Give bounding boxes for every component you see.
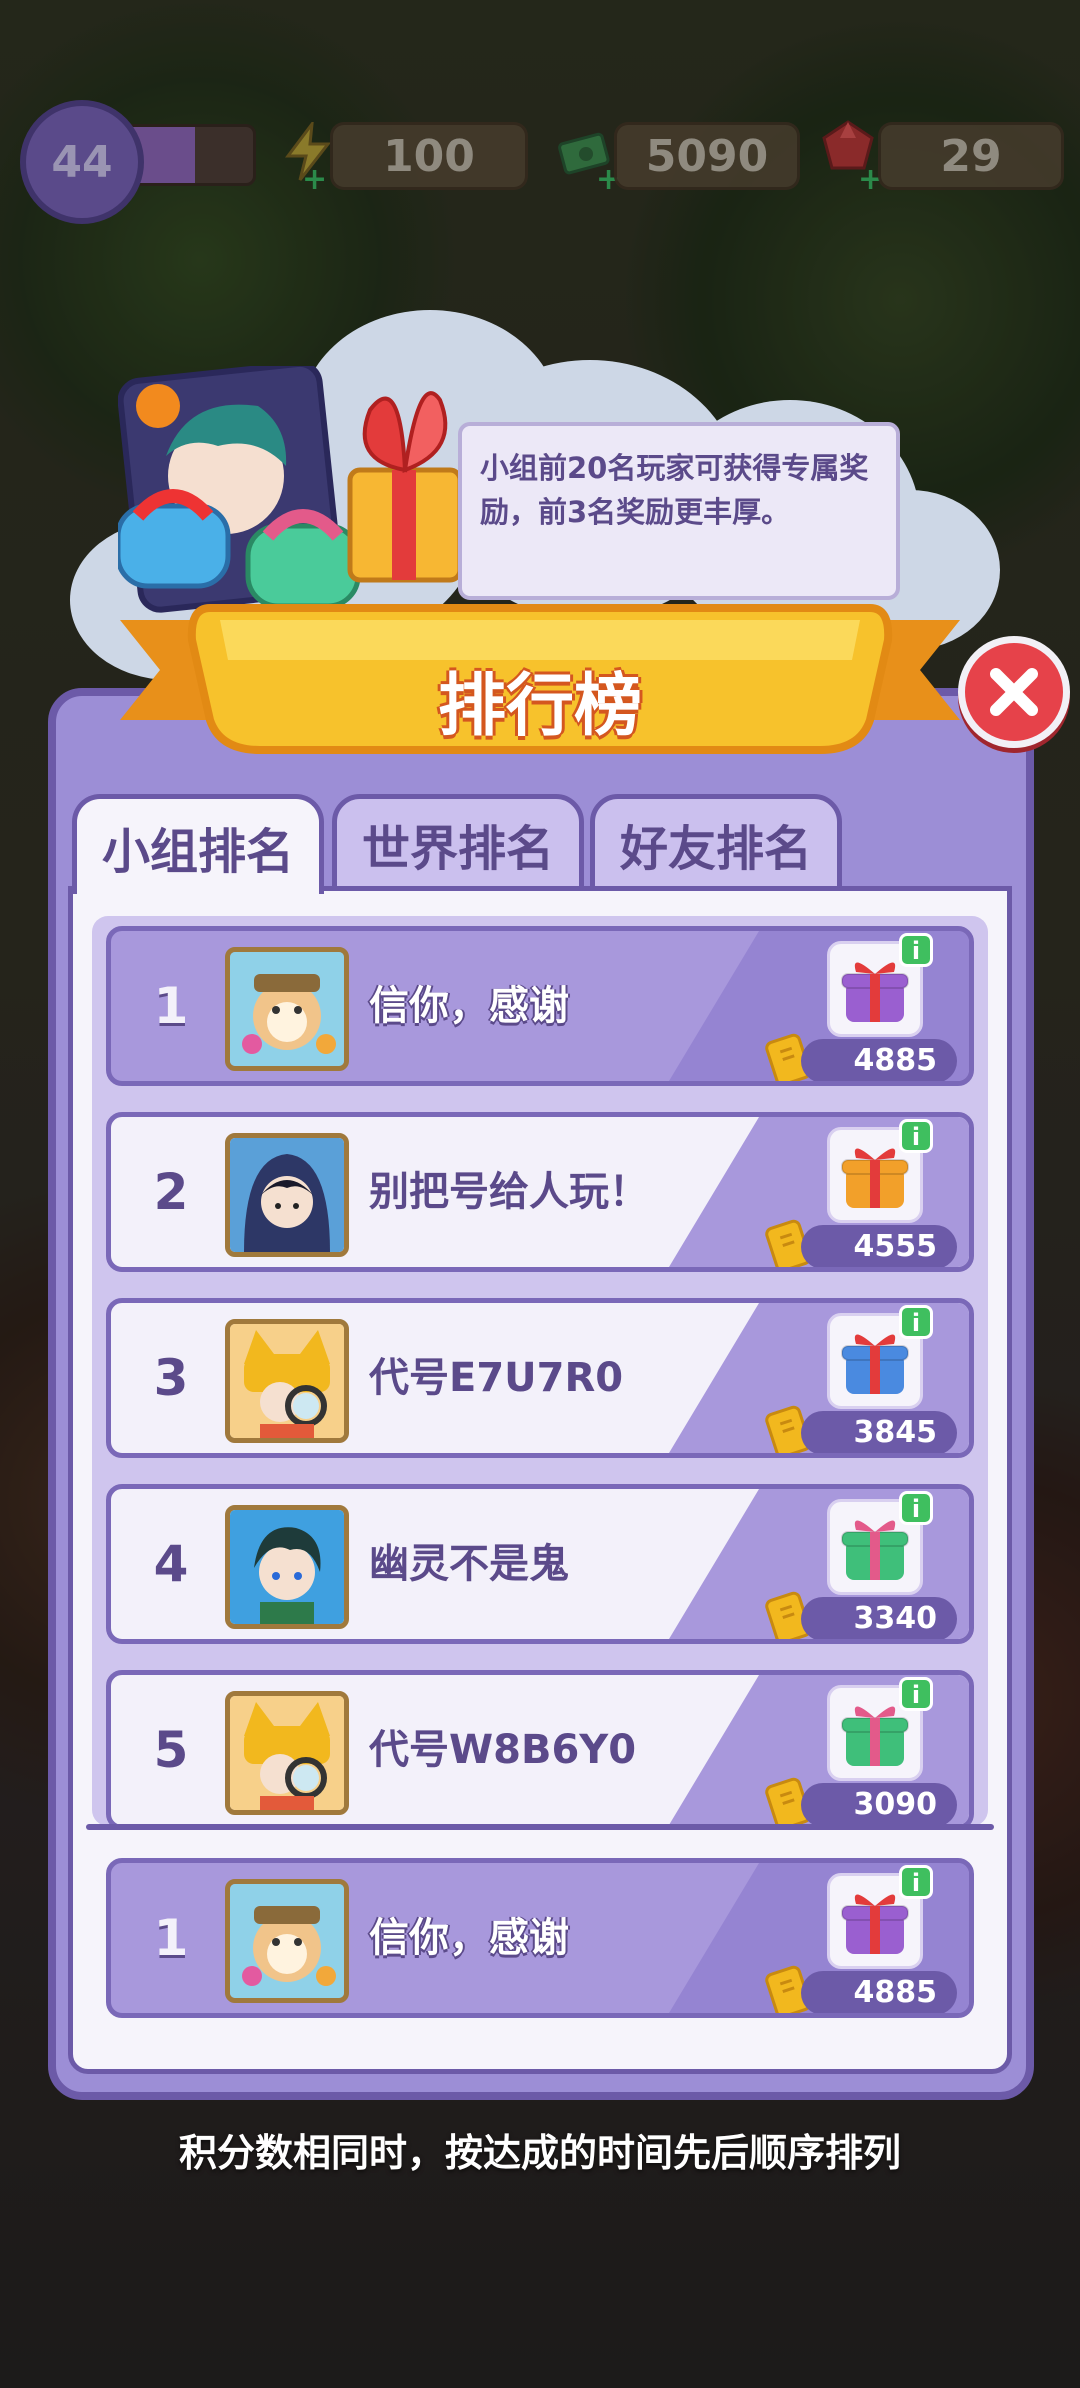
rank-number: 2 [153,1163,189,1221]
score-value: 3090 [801,1783,957,1825]
table-row[interactable]: 3 代号E7U7R0 i 3845 [106,1298,974,1458]
gift-box-illustration [330,370,470,610]
cash-counter: 5090 [614,122,800,190]
info-icon[interactable]: i [899,1119,933,1153]
detective-cat-avatar[interactable] [225,1691,349,1815]
close-icon [990,668,1038,716]
info-icon[interactable]: i [899,1865,933,1899]
rank-number: 1 [153,977,189,1035]
table-row[interactable]: 5 代号W8B6Y0 i 3090 [106,1670,974,1826]
score-value: 3845 [801,1411,957,1453]
level-badge[interactable]: 44 [20,100,144,224]
score-value: 4885 [801,1971,957,2013]
rank-number: 4 [153,1535,189,1593]
tab-friend-ranking[interactable]: 好友排名 [590,794,842,894]
hamster-avatar[interactable] [225,1879,349,2003]
player-name: 信你，感谢 [369,1915,569,1961]
info-icon[interactable]: i [899,1491,933,1525]
ranking-list[interactable]: 1 信你，感谢 i 4885 2 别把号给人玩！ i 4555 3 代号E7U7R0 i 3845 4 幽… [92,916,988,1826]
hamster-avatar[interactable] [225,947,349,1071]
table-row[interactable]: 4 幽灵不是鬼 i 3340 [106,1484,974,1644]
table-row[interactable]: 2 别把号给人玩！ i 4555 [106,1112,974,1272]
table-row[interactable]: 1 信你，感谢 i 4885 [106,926,974,1086]
tab-group-ranking[interactable]: 小组排名 [72,794,324,894]
my-rank-row[interactable]: 1 信你，感谢 i 4885 [92,1858,988,2028]
player-name: 代号W8B6Y0 [369,1727,637,1773]
tab-world-ranking[interactable]: 世界排名 [332,794,584,894]
player-name: 别把号给人玩！ [369,1169,649,1215]
close-button[interactable] [958,636,1070,748]
rank-number: 1 [153,1909,189,1967]
green-hair-boy-avatar[interactable] [225,1505,349,1629]
panel-title: 排行榜 [437,667,642,746]
hooded-boy-avatar[interactable] [225,1133,349,1257]
detective-cat-avatar[interactable] [225,1319,349,1443]
info-icon[interactable]: i [899,1305,933,1339]
score-value: 4885 [801,1039,957,1081]
energy-counter: 100 [330,122,528,190]
rank-number: 5 [153,1721,189,1779]
table-row[interactable]: 1 信你，感谢 i 4885 [106,1858,974,2018]
info-icon[interactable]: i [899,1677,933,1711]
tie-break-note: 积分数相同时，按达成的时间先后顺序排列 [178,2131,901,2175]
reward-tip-box: 小组前20名玩家可获得专属奖励，前3名奖励更丰厚。 [458,422,900,600]
player-name: 幽灵不是鬼 [369,1541,569,1587]
player-name: 信你，感谢 [369,983,569,1029]
rank-number: 3 [153,1349,189,1407]
info-icon[interactable]: i [899,933,933,967]
add-energy-icon[interactable]: + [302,165,327,195]
list-divider [86,1824,994,1830]
player-name: 代号E7U7R0 [369,1355,624,1401]
gem-counter: 29 [878,122,1064,190]
score-value: 3340 [801,1597,957,1639]
score-value: 4555 [801,1225,957,1267]
